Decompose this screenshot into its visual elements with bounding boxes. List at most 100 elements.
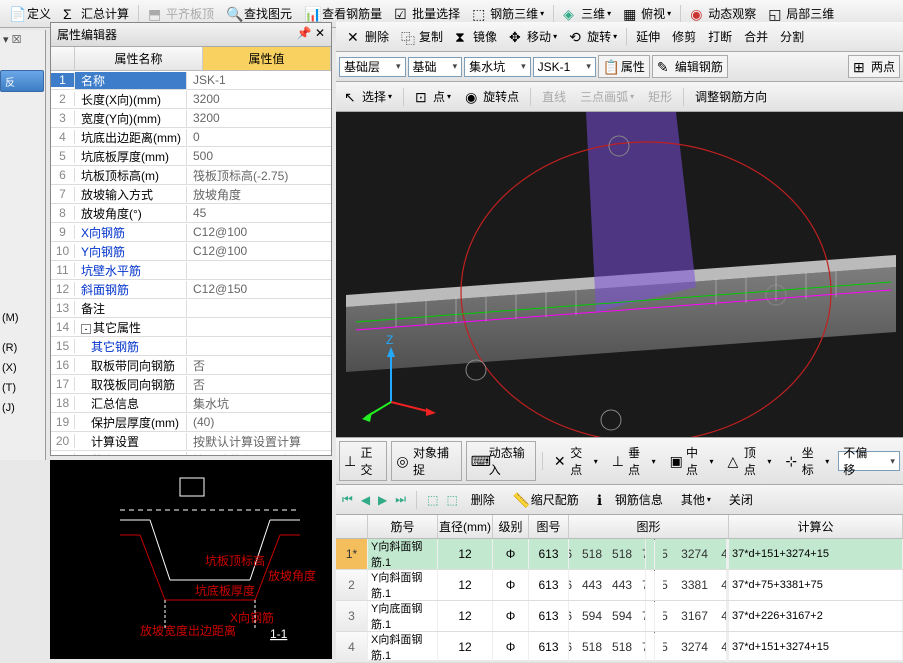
combo-type[interactable]: 基础 <box>408 57 463 77</box>
combo-instance[interactable]: JSK-1 <box>533 57 596 77</box>
delete-icon: ✕ <box>347 29 363 45</box>
grid-row[interactable]: 3 Y向底面钢筋.1 12 Φ 613 76 594 594 76╱╲45 31… <box>336 601 903 632</box>
snap-vert[interactable]: △顶点▾ <box>723 441 777 481</box>
tb-break[interactable]: 打断 <box>703 25 737 48</box>
prop-row-15[interactable]: 15其它钢筋 <box>51 337 331 356</box>
nav-first-icon[interactable]: ⏮ <box>342 492 353 507</box>
prop-row-17[interactable]: 17取筏板同向钢筋否 <box>51 375 331 394</box>
tb-split[interactable]: 分割 <box>775 25 809 48</box>
tool-point[interactable]: ⊡点▾ <box>410 85 456 108</box>
nav-info[interactable]: ℹ钢筋信息 <box>592 488 668 511</box>
offset-combo[interactable]: 不偏移 <box>838 451 900 471</box>
prop-row-6[interactable]: 6坑板顶标高(m)筏板顶标高(-2.75) <box>51 166 331 185</box>
orbit-icon: ◉ <box>690 6 706 22</box>
tb-rotate[interactable]: ⟲旋转▾ <box>564 25 622 48</box>
prop-row-9[interactable]: 9X向钢筋C12@100 <box>51 223 331 242</box>
prop-row-11[interactable]: 11坑壁水平筋 <box>51 261 331 280</box>
tb-mirror[interactable]: ⧗镜像 <box>450 25 502 48</box>
prop-row-18[interactable]: 18汇总信息集水坑 <box>51 394 331 413</box>
tb-extend[interactable]: 延伸 <box>631 25 665 48</box>
nav-last-icon[interactable]: ⏭ <box>395 492 406 507</box>
grid-row[interactable]: 1* Y向斜面钢筋.1 12 Φ 613 76 518 518 76╱╲45 3… <box>336 539 903 570</box>
hdr-num: 图号 <box>529 515 569 538</box>
property-panel: 属性编辑器 📌 ✕ 属性名称 属性值 1名称JSK-12长度(X向)(mm)32… <box>50 22 332 456</box>
tool-rect[interactable]: 矩形 <box>643 85 677 108</box>
prop-row-12[interactable]: 12斜面钢筋C12@150 <box>51 280 331 299</box>
prop-row-1[interactable]: 1名称JSK-1 <box>51 71 331 90</box>
viewport-3d[interactable]: Z <box>336 112 903 437</box>
snap-perp[interactable]: ⊥垂点▾ <box>607 441 661 481</box>
prop-row-7[interactable]: 7放坡输入方式放坡角度 <box>51 185 331 204</box>
btn-property[interactable]: 📋属性 <box>598 55 650 78</box>
hdr-formula: 计算公 <box>729 515 903 538</box>
prop-row-21[interactable]: 21节点设置按默认节点设置计算 <box>51 451 331 455</box>
svg-text:放坡角度: 放坡角度 <box>268 568 316 583</box>
grid-row[interactable]: 4 X向斜面钢筋.1 12 Φ 613 76 518 518 76╱╲45 32… <box>336 632 903 663</box>
snap-mid[interactable]: ▣中点▾ <box>665 441 719 481</box>
tool-adj-rebar[interactable]: 调整钢筋方向 <box>690 85 772 108</box>
nav-delete[interactable]: 删除 <box>466 488 500 511</box>
topview-icon: ▦ <box>623 6 639 22</box>
grid-row[interactable]: 2 Y向斜面钢筋.1 12 Φ 613 76 443 443 76╱╲45 33… <box>336 570 903 601</box>
snap-ortho[interactable]: ⊥正交 <box>339 441 387 481</box>
info-icon: ℹ <box>597 492 613 508</box>
tb-define[interactable]: 📄定义 <box>4 2 56 25</box>
panel-title-text: 属性编辑器 <box>57 26 117 43</box>
tb-trim[interactable]: 修剪 <box>667 25 701 48</box>
point-icon: ⊡ <box>415 89 431 105</box>
nav-add-icon[interactable]: ⬚ <box>427 493 438 507</box>
prop-row-13[interactable]: 13备注 <box>51 299 331 318</box>
cube-icon: ◈ <box>563 6 579 22</box>
tool-select[interactable]: ↖选择▾ <box>339 85 397 108</box>
grid-icon: ⊞ <box>853 59 869 75</box>
prop-row-4[interactable]: 4坑底出边距离(mm)0 <box>51 128 331 147</box>
snap-coord[interactable]: ⊹坐标▾ <box>780 441 834 481</box>
prop-row-14[interactable]: 14-其它属性 <box>51 318 331 337</box>
vert-icon: △ <box>728 453 742 469</box>
nav-next-icon[interactable]: ▶ <box>378 493 387 507</box>
nav-scale[interactable]: 📏缩尺配筋 <box>508 488 584 511</box>
rotpoint-icon: ◉ <box>465 89 481 105</box>
left-float-panel[interactable]: 反 <box>0 70 44 92</box>
objsnap-icon: ◎ <box>396 453 411 469</box>
close-icon[interactable]: ✕ <box>315 26 325 40</box>
panel-titlebar: 属性编辑器 📌 ✕ <box>51 23 331 47</box>
combo-layer[interactable]: 基础层 <box>339 57 406 77</box>
prop-row-5[interactable]: 5坑底板厚度(mm)500 <box>51 147 331 166</box>
tb-delete[interactable]: ✕删除 <box>342 25 394 48</box>
btn-2pt[interactable]: ⊞两点 <box>848 55 900 78</box>
tb-merge[interactable]: 合并 <box>739 25 773 48</box>
tb-copy[interactable]: ⿻复制 <box>396 25 448 48</box>
prop-row-8[interactable]: 8放坡角度(°)45 <box>51 204 331 223</box>
nav-prev-icon[interactable]: ◀ <box>361 493 370 507</box>
copy-icon: ⿻ <box>401 29 417 45</box>
prop-row-10[interactable]: 10Y向钢筋C12@100 <box>51 242 331 261</box>
svg-text:坑板顶标高: 坑板顶标高 <box>205 553 265 568</box>
prop-row-2[interactable]: 2长度(X向)(mm)3200 <box>51 90 331 109</box>
prop-body[interactable]: 1名称JSK-12长度(X向)(mm)32003宽度(Y向)(mm)32004坑… <box>51 71 331 455</box>
hdr-shape: 图形 <box>569 515 729 538</box>
tool-line[interactable]: 直线 <box>537 85 571 108</box>
prop-row-19[interactable]: 19保护层厚度(mm)(40) <box>51 413 331 432</box>
snap-cross[interactable]: ✕交点▾ <box>549 441 603 481</box>
flat-icon: ⬒ <box>148 6 164 22</box>
tb-move[interactable]: ✥移动▾ <box>504 25 562 48</box>
mirror-icon: ⧗ <box>455 29 471 45</box>
move-icon: ✥ <box>509 29 525 45</box>
btn-edit-rebar[interactable]: ✎编辑钢筋 <box>652 55 728 78</box>
cursor-icon: ↖ <box>344 89 360 105</box>
svg-text:坑底板厚度: 坑底板厚度 <box>195 583 255 598</box>
nav-close[interactable]: 关闭 <box>724 488 758 511</box>
combo-component[interactable]: 集水坑 <box>464 57 531 77</box>
prop-row-16[interactable]: 16取板带同向钢筋否 <box>51 356 331 375</box>
nav-other[interactable]: 其他▾ <box>676 488 716 511</box>
tool-arc[interactable]: 三点画弧▾ <box>575 85 639 108</box>
tool-rotpoint[interactable]: ◉旋转点 <box>460 85 524 108</box>
snap-obj[interactable]: ◎对象捕捉 <box>391 441 461 481</box>
pin-icon[interactable]: 📌 <box>297 26 312 40</box>
prop-row-20[interactable]: 20计算设置按默认计算设置计算 <box>51 432 331 451</box>
nav-ins-icon[interactable]: ⬚ <box>446 493 457 507</box>
prop-row-3[interactable]: 3宽度(Y向)(mm)3200 <box>51 109 331 128</box>
snap-dyn[interactable]: ⌨动态输入 <box>466 441 536 481</box>
sum-icon: Σ <box>63 6 79 22</box>
